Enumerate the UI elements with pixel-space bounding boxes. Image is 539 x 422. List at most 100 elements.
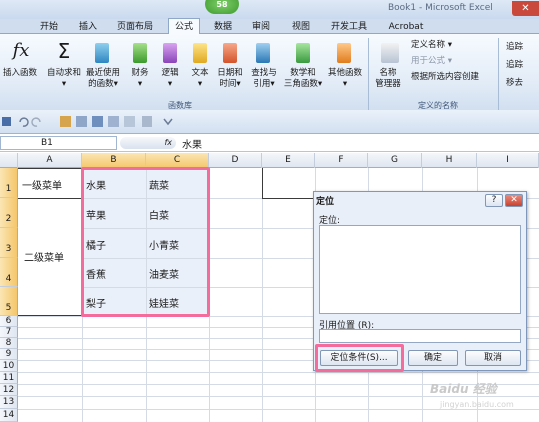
help-button[interactable]: ? [485,194,503,207]
column-header-h[interactable]: H [422,153,477,168]
cancel-button[interactable]: 取消 [465,350,521,366]
column-header-g[interactable]: G [368,153,422,168]
tab-view[interactable]: 视图 [288,20,314,34]
column-header-b[interactable]: B [82,153,146,168]
use-in-formula-button[interactable]: 用于公式 ▾ [411,56,452,67]
tab-page-layout[interactable]: 页面布局 [112,20,158,34]
trace-dependents-button[interactable]: 追踪 [506,60,523,71]
financial-dropdown[interactable]: ▾ [126,79,154,90]
remove-arrows-button[interactable]: 移去 [506,78,523,89]
column-header-f[interactable]: F [315,153,368,168]
highlight-box-special [315,344,404,372]
column-header-d[interactable]: D [209,153,262,168]
redo-icon [31,117,41,127]
datetime-book-icon [223,43,237,63]
dialog-title: 定位 [316,197,335,207]
logical-book-icon [163,43,177,63]
financial-button[interactable]: 财务 [126,68,154,79]
math-trig-button[interactable]: 数学和 [282,68,324,79]
autosum-button[interactable]: 自动求和 [44,68,84,79]
name-box[interactable]: B1 [0,136,117,150]
undo-icon [19,117,29,127]
insert-function-icon[interactable]: fx [6,40,36,62]
dialog-close-button[interactable]: ✕ [505,194,523,207]
row-header-11[interactable]: 11 [0,372,18,384]
print-preview-icon [92,116,103,127]
quick-access-toolbar [0,110,539,134]
math-trig-dropdown[interactable]: 三角函数▾ [282,79,324,90]
column-header-i[interactable]: I [477,153,539,168]
tab-home[interactable]: 开始 [36,20,62,34]
row-header-5[interactable]: 5 [0,287,18,316]
column-header-e[interactable]: E [262,153,315,168]
grid-line [18,372,539,373]
create-from-selection-button[interactable]: 根据所选内容创建 [411,72,479,83]
save-icon [2,117,11,126]
name-manager-button[interactable]: 名称 [370,68,406,79]
row-header-8[interactable]: 8 [0,338,18,349]
row-header-1[interactable]: 1 [0,168,18,198]
row-header-2[interactable]: 2 [0,198,18,228]
row-header-14[interactable]: 14 [0,409,18,422]
highlight-box-range [81,167,210,317]
tab-review[interactable]: 审阅 [248,20,274,34]
recent-functions-button[interactable]: 最近使用 [84,68,122,79]
quick-access-icons[interactable] [0,111,210,133]
autosum-icon[interactable]: Σ [52,40,76,62]
reference-input[interactable] [319,329,521,343]
autosum-dropdown[interactable]: ▾ [44,79,84,90]
row-header-4[interactable]: 4 [0,258,18,287]
row-header-9[interactable]: 9 [0,349,18,360]
row-header-13[interactable]: 13 [0,396,18,409]
other-functions-dropdown[interactable]: ▾ [326,79,364,90]
baidu-watermark-url: jingyan.baidu.com [440,400,514,409]
row-header-10[interactable]: 10 [0,360,18,372]
trace-precedents-button[interactable]: 追踪 [506,42,523,53]
logical-button[interactable]: 逻辑 [156,68,184,79]
financial-book-icon [133,43,147,63]
insert-function-button[interactable]: 插入函数 [0,68,40,79]
tab-formulas[interactable]: 公式 [168,18,200,35]
tab-developer[interactable]: 开发工具 [326,20,372,34]
ribbon-separator [368,38,369,110]
text-button[interactable]: 文本 [186,68,214,79]
ok-button[interactable]: 确定 [408,350,458,366]
text-dropdown[interactable]: ▾ [186,79,214,90]
logical-dropdown[interactable]: ▾ [156,79,184,90]
insert-function-fx-icon[interactable]: fx [120,137,176,149]
tab-insert[interactable]: 插入 [75,20,101,34]
recent-functions-dropdown[interactable]: 的函数▾ [84,79,122,90]
tab-acrobat[interactable]: Acrobat [385,20,427,34]
other-functions-button[interactable]: 其他函数 [326,68,364,79]
copy-icon [124,116,135,127]
lookup-book-icon [256,43,270,63]
cell-a2[interactable]: 二级菜单 [24,249,64,264]
grid-line [18,409,539,410]
tab-data[interactable]: 数据 [210,20,236,34]
datetime-dropdown[interactable]: 时间▾ [214,79,246,90]
datetime-button[interactable]: 日期和 [214,68,246,79]
formula-tab-badge: 58 [205,0,239,14]
close-window-button[interactable]: ✕ [512,1,539,16]
cell-a1[interactable]: 一级菜单 [22,177,62,192]
lookup-button[interactable]: 查找与 [248,68,280,79]
column-header-a[interactable]: A [18,153,82,168]
row-header-12[interactable]: 12 [0,384,18,396]
select-all-corner[interactable] [0,153,18,168]
paste-icon [142,116,152,127]
column-header-c[interactable]: C [146,153,209,168]
row-header-7[interactable]: 7 [0,327,18,338]
lookup-dropdown[interactable]: 引用▾ [248,79,280,90]
name-manager-icon [381,43,399,63]
goto-listbox[interactable] [319,225,521,314]
name-manager-label-2[interactable]: 管理器 [370,79,406,90]
e1-bottom-border [262,198,315,199]
other-functions-book-icon [337,43,351,63]
book-star-icon [95,43,109,63]
define-name-button[interactable]: 定义名称 ▾ [411,40,452,51]
math-book-icon [296,43,310,63]
row-header-6[interactable]: 6 [0,316,18,327]
formula-input[interactable]: 水果 [182,136,202,151]
row-header-3[interactable]: 3 [0,228,18,258]
sort-icon [76,116,87,127]
